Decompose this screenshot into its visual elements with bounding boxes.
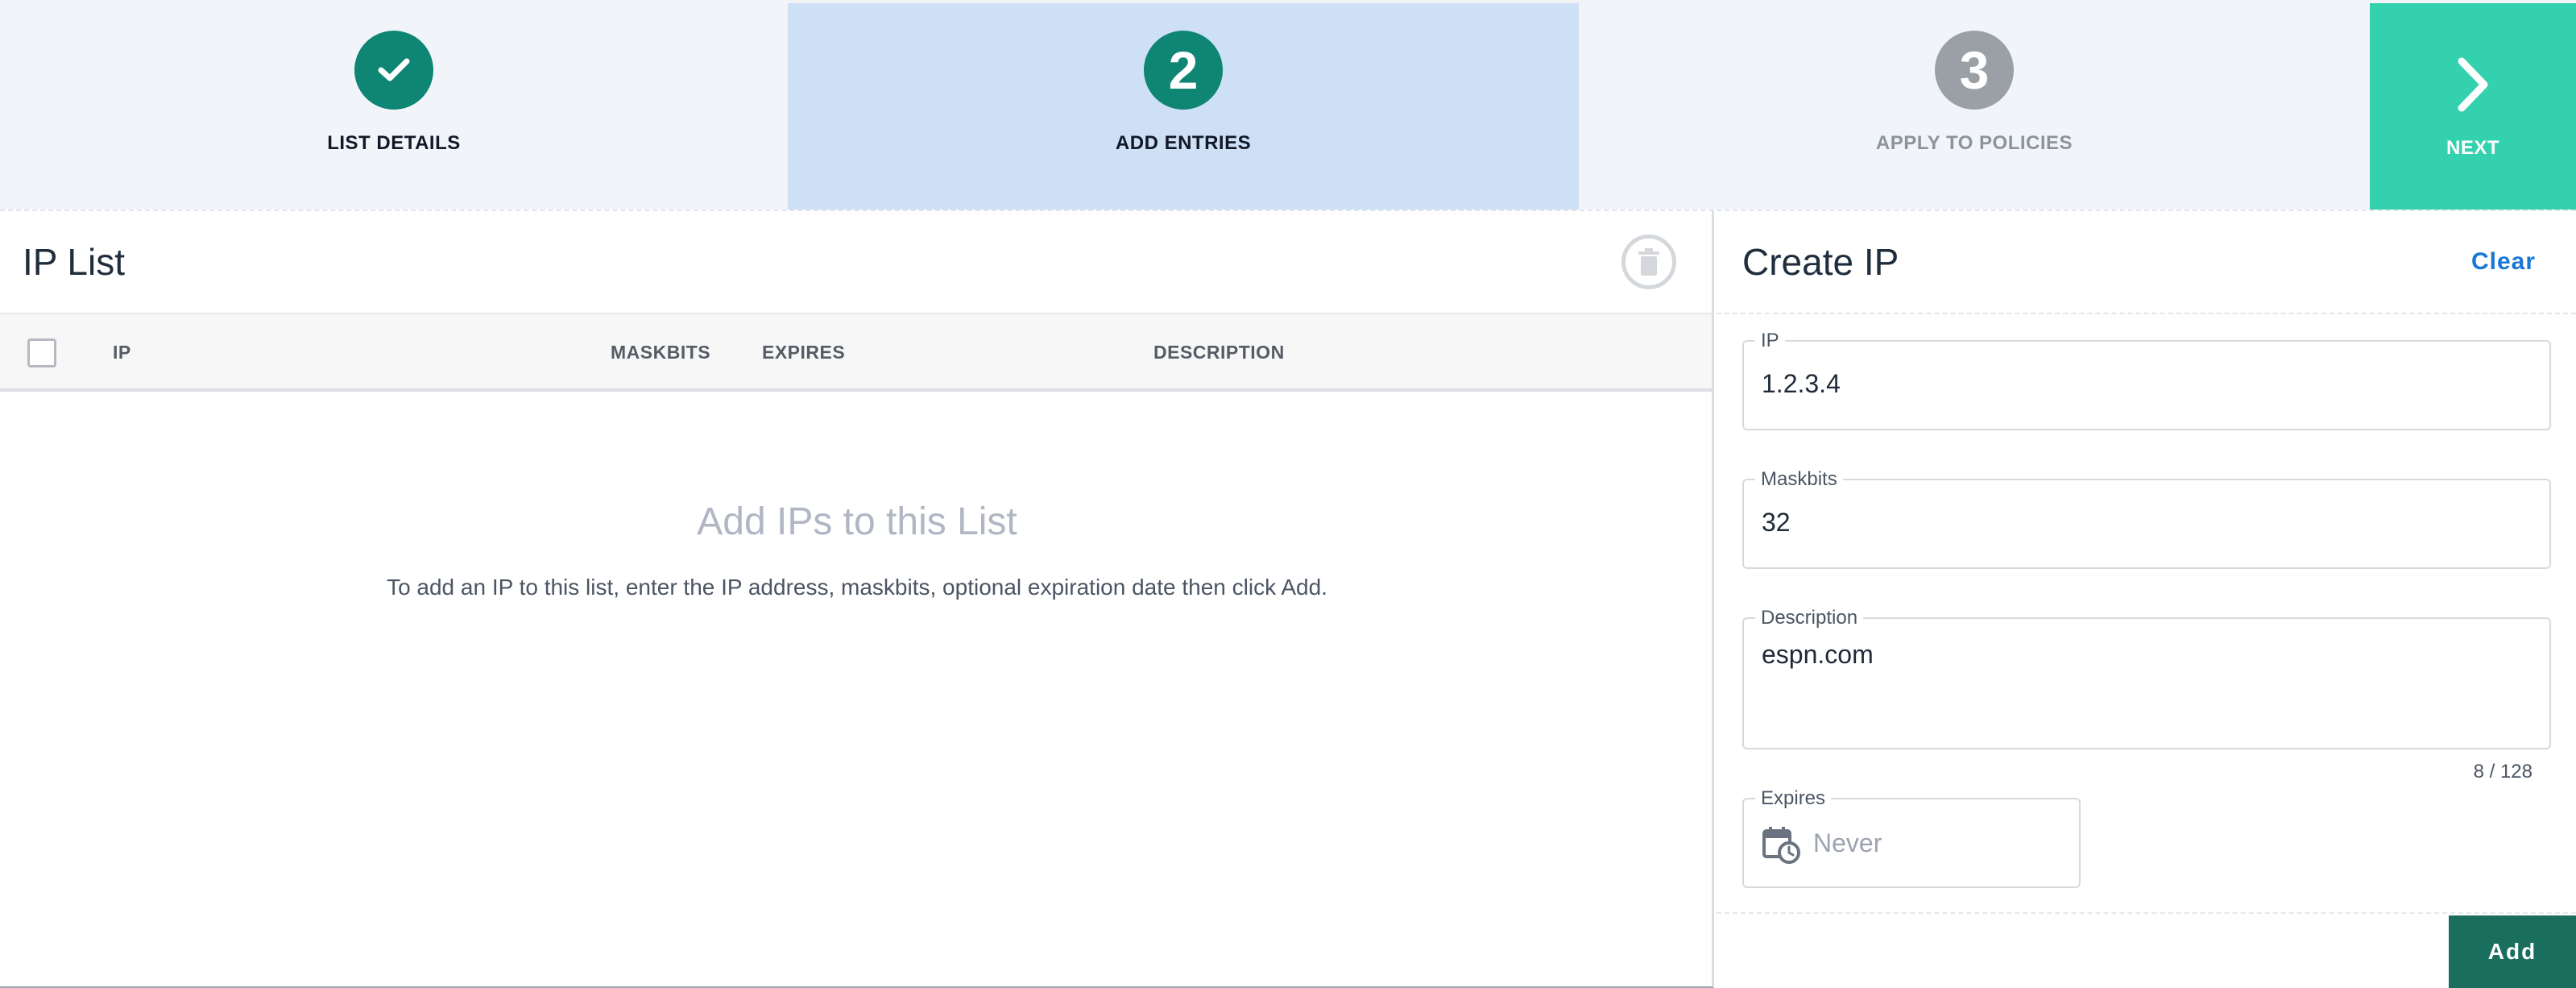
ip-field: IP bbox=[1742, 330, 2551, 430]
expires-field-label: Expires bbox=[1755, 787, 1832, 810]
column-header-description[interactable]: DESCRIPTION bbox=[1153, 342, 1285, 363]
step-number-circle: 2 bbox=[1144, 31, 1223, 110]
add-button[interactable]: Add bbox=[2449, 915, 2576, 988]
create-ip-title: Create IP bbox=[1742, 241, 1899, 283]
next-button[interactable]: NEXT bbox=[2370, 3, 2576, 210]
clear-button[interactable]: Clear bbox=[2471, 248, 2536, 276]
column-header-ip[interactable]: IP bbox=[113, 342, 131, 363]
delete-selected-button[interactable] bbox=[1621, 235, 1676, 289]
maskbits-field: Maskbits bbox=[1742, 468, 2551, 569]
maskbits-input[interactable] bbox=[1762, 508, 2532, 538]
column-header-maskbits[interactable]: MASKBITS bbox=[611, 342, 710, 363]
description-char-counter: 8 / 128 bbox=[2473, 761, 2533, 783]
form-footer-divider bbox=[1717, 912, 2576, 914]
step-add-entries[interactable]: 2 ADD ENTRIES bbox=[788, 3, 1579, 210]
step-apply-to-policies[interactable]: 3 APPLY TO POLICIES bbox=[1579, 3, 2370, 210]
description-field-label: Description bbox=[1755, 607, 1864, 629]
ip-list-title: IP List bbox=[23, 241, 125, 283]
empty-state-title: Add IPs to this List bbox=[697, 500, 1017, 543]
check-icon bbox=[378, 58, 410, 81]
expires-value: Never bbox=[1813, 828, 1882, 857]
step-label: ADD ENTRIES bbox=[1115, 132, 1252, 154]
description-field: Description espn.com bbox=[1742, 607, 2551, 749]
ip-field-label: IP bbox=[1755, 330, 1785, 352]
maskbits-field-label: Maskbits bbox=[1755, 468, 1843, 491]
table-header: IP MASKBITS EXPIRES DESCRIPTION bbox=[0, 314, 1712, 392]
empty-state: Add IPs to this List To add an IP to thi… bbox=[0, 500, 1714, 600]
step-label: LIST DETAILS bbox=[327, 132, 461, 154]
ip-list-panel: IP List IP MASKBITS EXPIRES DESCRIPTION … bbox=[0, 211, 1714, 988]
description-textarea[interactable]: espn.com bbox=[1762, 640, 2532, 720]
ip-list-header: IP List bbox=[0, 211, 1712, 314]
trash-icon bbox=[1638, 248, 1659, 276]
next-label: NEXT bbox=[2446, 137, 2499, 159]
create-ip-panel: Create IP Clear IP Maskbits Description … bbox=[1717, 211, 2576, 988]
empty-state-description: To add an IP to this list, enter the IP … bbox=[387, 575, 1327, 600]
step-list-details[interactable]: LIST DETAILS bbox=[0, 3, 788, 210]
create-ip-header: Create IP Clear bbox=[1717, 211, 2576, 314]
step-complete-circle bbox=[354, 31, 433, 110]
expires-field[interactable]: Expires Never bbox=[1742, 787, 2081, 888]
step-number-circle: 3 bbox=[1935, 31, 2014, 110]
select-all-checkbox[interactable] bbox=[27, 338, 56, 367]
wizard-stepper: LIST DETAILS 2 ADD ENTRIES 3 APPLY TO PO… bbox=[0, 0, 2576, 211]
column-header-expires[interactable]: EXPIRES bbox=[762, 342, 845, 363]
step-label: APPLY TO POLICIES bbox=[1875, 132, 2073, 154]
calendar-clock-icon[interactable] bbox=[1762, 825, 1800, 864]
ip-input[interactable] bbox=[1762, 369, 2532, 399]
chevron-right-icon bbox=[2458, 57, 2488, 112]
